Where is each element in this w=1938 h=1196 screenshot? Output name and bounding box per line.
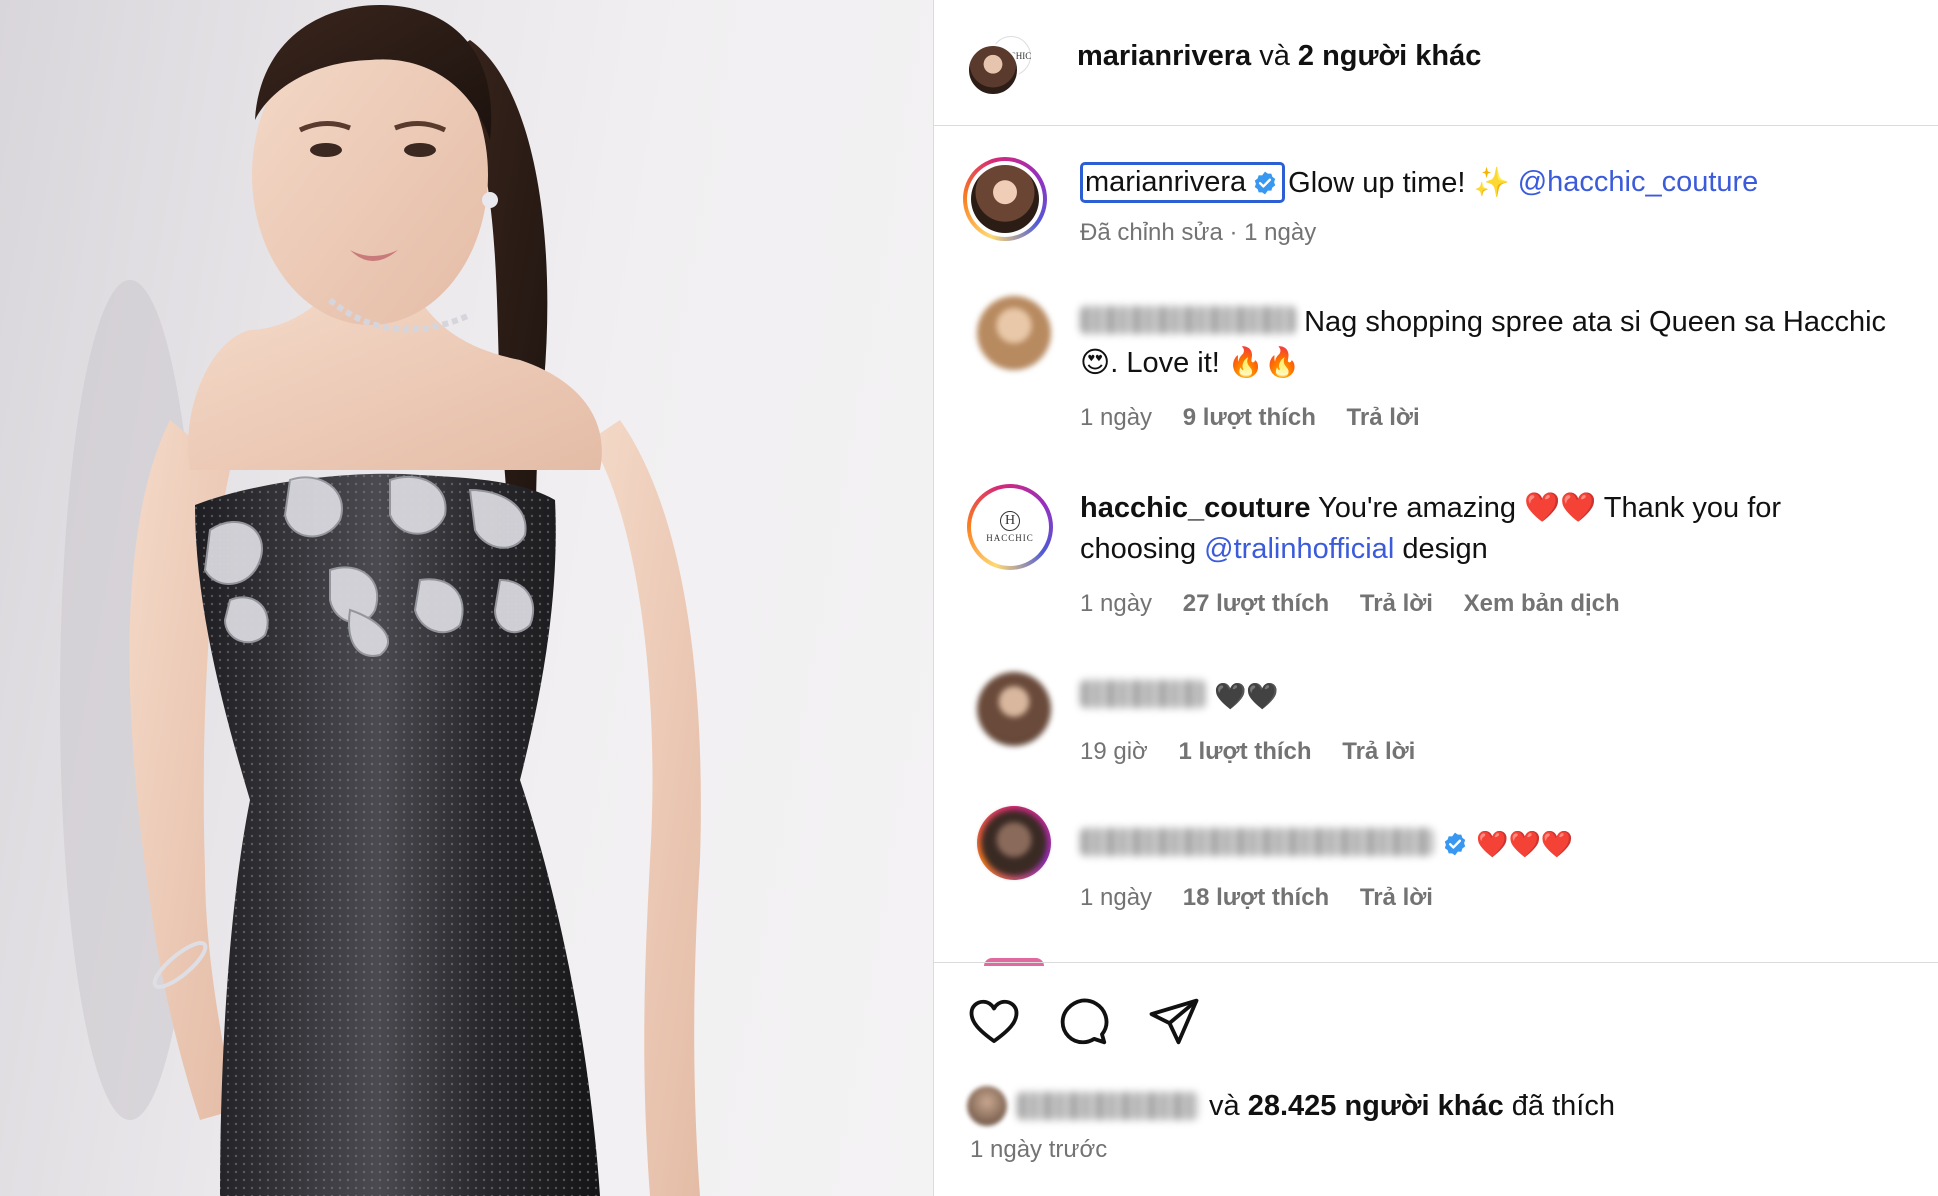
collab-avatars[interactable]: HACCHIC bbox=[967, 36, 1031, 96]
comment-username-blurred[interactable] bbox=[1080, 828, 1434, 856]
header-username[interactable]: marianrivera bbox=[1077, 40, 1251, 72]
caption-username-link[interactable]: marianrivera bbox=[1080, 162, 1286, 203]
caption-username: marianrivera bbox=[1085, 166, 1247, 198]
comment-time[interactable]: 1 ngày bbox=[1080, 590, 1152, 617]
hacchic-brand-text: HACCHIC bbox=[986, 533, 1034, 543]
likes-summary: và 28.425 người khác đã thích bbox=[967, 1086, 1615, 1126]
comment-body: 🖤🖤 bbox=[1214, 682, 1279, 712]
comment-avatar[interactable] bbox=[977, 672, 1051, 746]
comment-body-line2: 😍. Love it! 🔥🔥 bbox=[1080, 347, 1301, 379]
comment-avatar[interactable] bbox=[977, 806, 1051, 880]
post-actions bbox=[967, 995, 1201, 1049]
post-photo[interactable] bbox=[0, 0, 933, 1196]
header-others-link[interactable]: 2 người khác bbox=[1298, 40, 1481, 72]
comment-body-a: You're amazing ❤️❤️ Thank you for bbox=[1318, 492, 1782, 524]
comment-time[interactable]: 1 ngày bbox=[1080, 884, 1152, 911]
caption-line: marianrivera Glow up time! ✨ @hacchic_co… bbox=[1080, 162, 1758, 203]
comment-text: Nag shopping spree ata si Queen sa Hacch… bbox=[1080, 302, 1935, 384]
comment-likes[interactable]: 27 lượt thích bbox=[1183, 590, 1329, 617]
comment-meta: 1 ngày 27 lượt thích Trả lời Xem bản dịc… bbox=[1080, 590, 1644, 618]
post-time[interactable]: 1 ngày trước bbox=[970, 1136, 1107, 1164]
post-authors: marianrivera và 2 người khác bbox=[1077, 40, 1481, 73]
comment-meta: 1 ngày 9 lượt thích Trả lời bbox=[1080, 404, 1444, 432]
comment-avatar-hacchic[interactable]: H HACCHIC bbox=[967, 484, 1053, 570]
comment-username[interactable]: hacchic_couture bbox=[1080, 492, 1310, 524]
collab-avatar-marian bbox=[967, 44, 1019, 96]
share-icon[interactable] bbox=[1147, 995, 1201, 1049]
comment-meta: 19 giờ 1 lượt thích Trả lời bbox=[1080, 738, 1439, 766]
comment-body-line1: Nag shopping spree ata si Queen sa Hacch… bbox=[1304, 306, 1887, 338]
comment-text: ❤️❤️❤️ bbox=[1080, 824, 1935, 866]
see-translation-button[interactable]: Xem bản dịch bbox=[1464, 590, 1620, 617]
comment-body-c: design bbox=[1402, 533, 1488, 565]
likes-suffix: đã thích bbox=[1511, 1089, 1615, 1122]
comment-body-b: choosing bbox=[1080, 533, 1197, 565]
comment-body: ❤️❤️❤️ bbox=[1476, 830, 1574, 860]
liker-username-blurred[interactable] bbox=[1017, 1092, 1199, 1120]
comment-reply-button[interactable]: Trả lời bbox=[1342, 738, 1415, 765]
comments-divider bbox=[934, 962, 1938, 963]
comment-text: hacchic_couture You're amazing ❤️❤️ Than… bbox=[1080, 488, 1935, 570]
verified-badge-icon bbox=[1444, 832, 1466, 856]
comment-avatar[interactable] bbox=[977, 296, 1051, 370]
heart-icon[interactable] bbox=[967, 995, 1021, 1049]
comment-username-blurred[interactable] bbox=[1080, 680, 1206, 708]
comment-icon[interactable] bbox=[1057, 995, 1111, 1049]
post-photo-illustration bbox=[60, 5, 701, 1196]
post-side-panel: HACCHIC marianrivera và 2 người khác mar… bbox=[933, 0, 1938, 1196]
caption-mention-link[interactable]: @hacchic_couture bbox=[1518, 166, 1759, 199]
caption-avatar[interactable] bbox=[963, 157, 1047, 241]
comment-text: 🖤🖤 bbox=[1080, 676, 1935, 718]
likes-conjunction: và bbox=[1209, 1089, 1240, 1122]
comment-time[interactable]: 1 ngày bbox=[1080, 404, 1152, 431]
comment-meta: 1 ngày 18 lượt thích Trả lời bbox=[1080, 884, 1457, 912]
comment-likes[interactable]: 18 lượt thích bbox=[1183, 884, 1329, 911]
caption-text: Glow up time! ✨ bbox=[1288, 166, 1510, 199]
caption-meta: Đã chỉnh sửa · 1 ngày bbox=[1080, 219, 1317, 246]
hacchic-monogram: H bbox=[1000, 511, 1020, 531]
comment-mention-link[interactable]: @tralinhofficial bbox=[1204, 533, 1394, 565]
comment-time[interactable]: 19 giờ bbox=[1080, 738, 1148, 765]
comment-reply-button[interactable]: Trả lời bbox=[1360, 884, 1433, 911]
comment-reply-button[interactable]: Trả lời bbox=[1360, 590, 1433, 617]
verified-badge-icon bbox=[1254, 171, 1276, 194]
liker-avatar[interactable] bbox=[967, 1086, 1007, 1126]
header-conjunction: và bbox=[1259, 40, 1290, 72]
comment-username-blurred[interactable] bbox=[1080, 306, 1296, 334]
comment-reply-button[interactable]: Trả lời bbox=[1347, 404, 1420, 431]
comment-likes[interactable]: 1 lượt thích bbox=[1178, 738, 1311, 765]
comment-likes[interactable]: 9 lượt thích bbox=[1183, 404, 1316, 431]
likes-count-link[interactable]: 28.425 người khác bbox=[1248, 1090, 1504, 1123]
post-header: HACCHIC marianrivera và 2 người khác bbox=[934, 0, 1938, 126]
